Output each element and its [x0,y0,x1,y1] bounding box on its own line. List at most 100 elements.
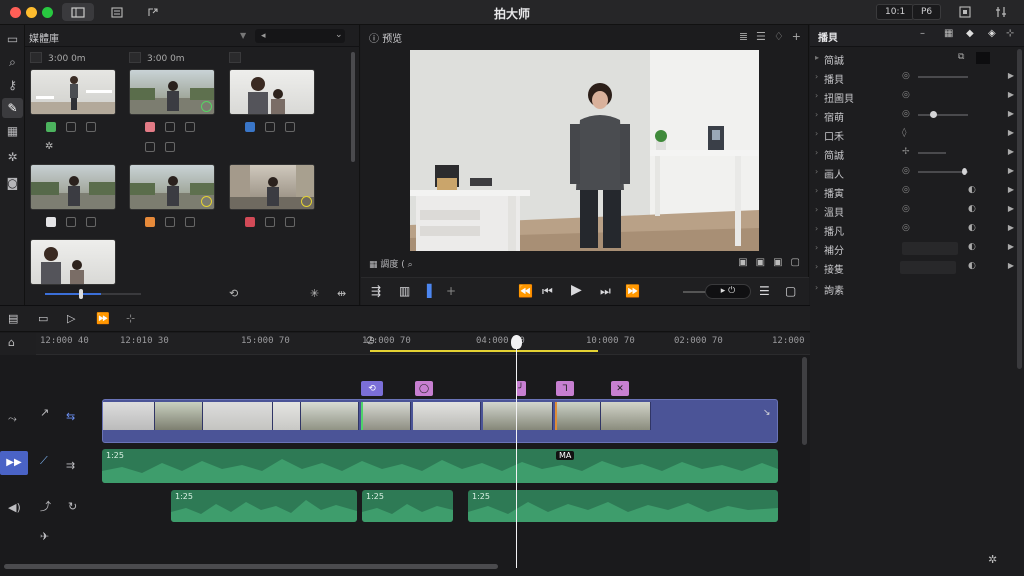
video-preview[interactable] [410,50,759,251]
select-tool-icon[interactable]: ▷ [67,312,75,325]
media-search-input[interactable]: ◂ [255,29,345,43]
close-window-button[interactable] [10,7,21,18]
comment-icon[interactable] [165,142,175,152]
clip-frame[interactable] [483,402,553,430]
edit-icon[interactable] [165,122,175,132]
color-tag-icon[interactable] [46,217,56,227]
inspector-row[interactable]: › 扭圖貝 ◎ ▶ [810,87,1014,106]
audio-track-toggle[interactable]: ▶▶ [0,451,28,475]
inspector-row[interactable]: ▸ 简誠 ⧉ [810,49,1014,68]
marker-icon[interactable]: ▌ [427,284,436,298]
marker-chip[interactable]: ᒣ [556,381,574,396]
keyframe-icon[interactable]: ◐ [968,261,976,271]
split-icon[interactable]: ⤴ [40,498,51,514]
video-link-icon[interactable]: ⇆ [66,410,75,423]
loop-toggle[interactable]: ▸ ⏻ [705,284,751,299]
crosshair-icon[interactable]: + [792,30,801,43]
color-swatch[interactable] [976,52,990,64]
color-tag-icon[interactable] [46,122,56,132]
shape-icon[interactable]: ◈ [988,28,996,39]
value-field[interactable] [900,261,956,274]
home-icon[interactable]: ⌂ [8,336,15,349]
row-arrow-icon[interactable]: ▶ [1008,261,1014,270]
select-col-checkbox[interactable] [129,52,141,63]
rewind-button[interactable]: ⏪ [518,284,533,298]
copy-icon[interactable]: ⧉ [958,52,964,62]
drop-icon[interactable]: ◊ [902,128,906,138]
keyframe-icon[interactable]: ◐ [968,223,976,233]
square-icon[interactable]: ▢ [785,284,796,298]
inspector-row[interactable]: › 简誠 ✢ ▶ [810,144,1014,163]
preset-pill[interactable]: P6 [912,4,942,20]
effects-tool[interactable]: ✲ [2,147,23,167]
expand-caret-icon[interactable]: › [815,167,818,176]
clip-view-icon[interactable]: ▭ [38,312,48,325]
layout-icon[interactable]: ⇶ [371,284,381,298]
marker-chip[interactable]: ◯ [415,381,433,396]
comment-icon[interactable] [86,122,96,132]
thumb-size-slider[interactable] [45,293,101,295]
playhead[interactable] [516,335,517,568]
reset-icon[interactable]: ◎ [902,71,910,81]
expand-caret-icon[interactable]: › [815,129,818,138]
comment-icon[interactable] [185,217,195,227]
expand-caret-icon[interactable]: › [815,283,818,292]
playhead-handle[interactable] [511,335,522,349]
reset-icon[interactable]: ◎ [902,185,910,195]
connected-audio-clip[interactable]: 1:25 [362,490,453,522]
expand-caret-icon[interactable]: › [815,186,818,195]
balance-icon[interactable]: ✢ [902,147,910,157]
list-icon[interactable]: ≣ [739,30,748,43]
inspector-row[interactable]: › 接隻 ◐ ▶ [810,258,1014,277]
audio-link-icon[interactable]: ⇉ [66,459,75,472]
row-arrow-icon[interactable]: ▶ [1008,204,1014,213]
media-thumb[interactable] [129,69,215,115]
connected-audio-clip[interactable]: 1:25 [468,490,778,522]
media-thumb[interactable] [30,69,116,115]
timeline-ruler[interactable]: 12:000 40 12:010 30 15:000 70 12:000 70 … [36,333,810,355]
inspector-row[interactable]: › 播凡 ◎ ◐ ▶ [810,220,1014,239]
clip-frame[interactable] [555,402,601,430]
video-track-icon[interactable]: ⤳ [8,412,17,426]
expand-caret-icon[interactable]: › [815,262,818,271]
connected-audio-clip[interactable]: 1:25 [171,490,357,522]
comment-icon[interactable] [185,122,195,132]
skim-icon[interactable]: ⏩ [96,312,110,325]
fast-forward-button[interactable]: ⏩ [625,284,640,298]
select-col3-checkbox[interactable] [229,52,241,63]
reset-icon[interactable]: ◎ [902,204,910,214]
clip-frame[interactable] [203,402,273,430]
distort-icon[interactable]: ▣ [773,257,782,268]
in-point-icon[interactable]: ◷ [366,335,375,346]
settings-button[interactable] [990,3,1012,21]
color-tag-icon[interactable] [245,122,255,132]
edit-icon[interactable] [66,122,76,132]
clip-frame[interactable] [273,402,301,430]
clip-frame[interactable] [155,402,203,430]
timeline-horizontal-scrollbar[interactable] [4,564,498,569]
inspector-section[interactable]: › 詢素 [810,279,1014,298]
fullscreen-button[interactable] [954,3,976,21]
zoom-icon[interactable]: ⌕ [408,260,413,270]
value-slider[interactable] [918,168,968,175]
value-slider[interactable] [918,111,968,118]
media-thumb[interactable] [129,164,215,210]
transform-icon[interactable]: ▣ [738,257,747,268]
minimize-window-button[interactable] [26,7,37,18]
filter-icon[interactable]: ⌄ [335,30,343,40]
slider-knob[interactable] [962,168,967,175]
clip-frame[interactable] [413,402,481,430]
inspector-row[interactable]: › 口禾 ◊ ▶ [810,125,1014,144]
timeline-vertical-scrollbar[interactable] [802,357,807,445]
media-thumb[interactable] [30,239,116,285]
grid-tool[interactable]: ▦ [2,121,23,141]
media-thumb[interactable] [229,164,315,210]
clip-frame[interactable] [361,402,411,430]
video-clip-strip[interactable]: ↘ [102,399,778,443]
clip-frame[interactable] [301,402,359,430]
value-slider[interactable] [918,76,968,78]
ratio-pill[interactable]: 10:1 [876,4,915,20]
audio-meter-icon[interactable]: ▥ [399,284,410,298]
library-toggle-button[interactable] [62,3,94,21]
connect-icon[interactable]: ↗ [40,406,49,419]
